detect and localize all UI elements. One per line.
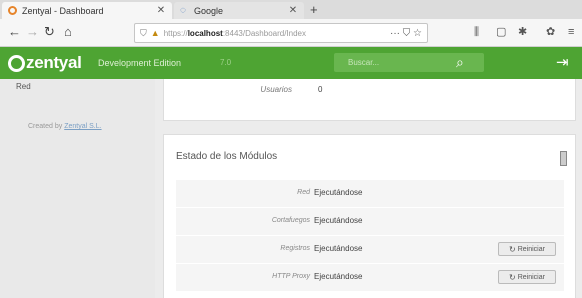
- tab-google[interactable]: ◌ Google ✕: [174, 2, 304, 19]
- main-content: Usuarios 0 Estado de los Módulos Red Eje…: [155, 79, 582, 298]
- url-host: localhost: [187, 28, 223, 38]
- restart-button[interactable]: ↻ Reiniciar: [498, 242, 556, 256]
- url-prefix: https://: [163, 28, 188, 38]
- zentyal-icon: [8, 6, 17, 15]
- module-name: Cortafuegos: [271, 217, 310, 224]
- info-card: Usuarios 0: [163, 79, 576, 121]
- page-actions[interactable]: ··· ⛉ ☆: [390, 28, 422, 39]
- extension-icon[interactable]: ✱: [518, 25, 527, 39]
- module-status: Ejecutándose: [314, 188, 363, 197]
- version-label: 7.0: [220, 58, 232, 67]
- reader-view-icon[interactable]: ▢: [496, 25, 506, 39]
- close-icon[interactable]: ✕: [287, 5, 299, 16]
- module-name: HTTP Proxy: [272, 273, 310, 280]
- restart-label: Reiniciar: [517, 273, 545, 281]
- addon-icon[interactable]: ✿: [546, 25, 555, 39]
- sidebar: Red Created by Zentyal S.L.: [0, 79, 155, 298]
- library-icon[interactable]: ⫼: [474, 25, 479, 39]
- module-status-title: Estado de los Módulos: [176, 151, 278, 162]
- insecure-warning-icon[interactable]: ▲: [151, 28, 160, 38]
- restart-icon: ↻: [509, 244, 516, 254]
- reload-icon[interactable]: ↻: [44, 25, 55, 39]
- zentyal-logo[interactable]: zentyal: [26, 53, 82, 73]
- module-status: Ejecutándose: [314, 216, 363, 225]
- app-header: zentyal Development Edition 7.0 Buscar..…: [0, 47, 582, 79]
- module-row: HTTP Proxy Ejecutándose ↻ Reiniciar: [176, 264, 564, 292]
- created-by-prefix: Created by: [28, 123, 63, 130]
- created-by: Created by Zentyal S.L.: [28, 123, 102, 130]
- module-table: Red Ejecutándose Cortafuegos Ejecutándos…: [176, 180, 564, 292]
- widget-scroll-handle[interactable]: [560, 151, 567, 166]
- restart-icon: ↻: [509, 272, 516, 282]
- tab-zentyal-dashboard[interactable]: Zentyal - Dashboard ✕: [2, 2, 172, 19]
- google-icon: ◌: [180, 5, 186, 16]
- module-status: Ejecutándose: [314, 272, 363, 281]
- info-label: Usuarios: [260, 85, 292, 94]
- back-icon[interactable]: ←: [8, 25, 21, 39]
- module-status-card: Estado de los Módulos Red Ejecutándose C…: [163, 134, 576, 298]
- zentyal-logo-icon: [8, 55, 25, 72]
- browser-toolbar: ← → ↻ ⌂ ⛉ ▲ https:// localhost :8443/Das…: [0, 19, 582, 47]
- module-name: Registros: [280, 245, 310, 252]
- menu-icon[interactable]: ≡: [568, 25, 574, 39]
- address-bar[interactable]: ⛉ ▲ https:// localhost :8443/Dashboard/I…: [134, 23, 428, 43]
- home-icon[interactable]: ⌂: [64, 25, 72, 39]
- tab-title: Zentyal - Dashboard: [22, 5, 104, 16]
- new-tab-button[interactable]: +: [310, 2, 318, 17]
- module-row: Registros Ejecutándose ↻ Reiniciar: [176, 236, 564, 264]
- info-value: 0: [318, 85, 323, 94]
- tab-title: Google: [194, 5, 224, 16]
- browser-tab-strip: Zentyal - Dashboard ✕ ◌ Google ✕ +: [0, 0, 582, 19]
- tracking-shield-icon[interactable]: ⛉: [140, 28, 147, 39]
- zentyal-link[interactable]: Zentyal S.L.: [64, 123, 101, 130]
- module-status: Ejecutándose: [314, 244, 363, 253]
- module-row: Cortafuegos Ejecutándose: [176, 208, 564, 236]
- sidebar-item-red[interactable]: Red: [16, 82, 31, 91]
- search-icon[interactable]: ⌕: [456, 54, 464, 71]
- module-name: Red: [297, 189, 310, 196]
- module-row: Red Ejecutándose: [176, 180, 564, 208]
- url-path: :8443/Dashboard/Index: [222, 28, 306, 38]
- close-icon[interactable]: ✕: [155, 5, 167, 16]
- edition-label: Development Edition: [98, 58, 182, 68]
- restart-button[interactable]: ↻ Reiniciar: [498, 270, 556, 284]
- forward-icon[interactable]: →: [26, 25, 39, 39]
- logout-icon[interactable]: ⇥: [556, 53, 569, 71]
- restart-label: Reiniciar: [517, 245, 545, 253]
